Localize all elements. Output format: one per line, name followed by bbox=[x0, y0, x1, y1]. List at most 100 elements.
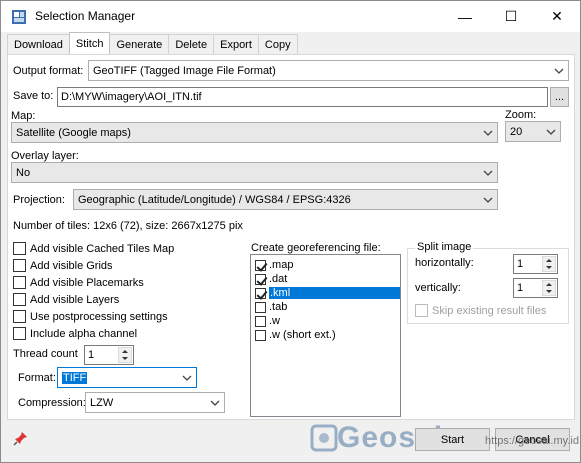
list-item[interactable]: .w (short ext.) bbox=[255, 328, 400, 342]
spin-arrows-icon[interactable] bbox=[542, 256, 556, 272]
checkbox[interactable] bbox=[13, 310, 26, 323]
checkbox[interactable] bbox=[13, 293, 26, 306]
output-format-value: GeoTIFF (Tagged Image File Format) bbox=[93, 64, 276, 77]
split-horizontally-value: 1 bbox=[517, 258, 524, 270]
map-value: Satellite (Google maps) bbox=[16, 126, 131, 139]
split-vertically-stepper[interactable]: 1 bbox=[513, 278, 558, 298]
checkbox[interactable] bbox=[255, 315, 266, 327]
compression-label: Compression: bbox=[18, 397, 86, 409]
compression-select[interactable]: LZW bbox=[85, 392, 225, 413]
save-to-value: D:\MYW\imagery\AOI_ITN.tif bbox=[61, 91, 202, 103]
thread-count-stepper[interactable]: 1 bbox=[84, 345, 134, 365]
format-select[interactable]: TIFF bbox=[57, 367, 197, 388]
checkbox[interactable] bbox=[13, 327, 26, 340]
list-item-label: .w bbox=[269, 315, 280, 327]
chevron-down-icon bbox=[554, 68, 564, 74]
app-icon bbox=[12, 10, 26, 24]
selection-manager-window: Selection Manager — ☐ ✕ Download Stitch … bbox=[0, 0, 581, 463]
option-postprocessing[interactable]: Use postprocessing settings bbox=[13, 310, 168, 323]
save-to-label: Save to: bbox=[13, 90, 54, 102]
tab-download[interactable]: Download bbox=[7, 34, 70, 54]
option-grids[interactable]: Add visible Grids bbox=[13, 259, 113, 272]
list-item-label: .map bbox=[269, 259, 294, 271]
split-vertically-label: vertically: bbox=[415, 282, 461, 294]
option-placemarks[interactable]: Add visible Placemarks bbox=[13, 276, 144, 289]
output-format-select[interactable]: GeoTIFF (Tagged Image File Format) bbox=[88, 60, 569, 81]
checkbox[interactable] bbox=[255, 273, 266, 285]
format-label: Format: bbox=[18, 372, 56, 384]
start-button[interactable]: Start bbox=[415, 428, 490, 451]
skip-existing-option[interactable]: Skip existing result files bbox=[415, 304, 546, 317]
checkbox[interactable] bbox=[13, 242, 26, 255]
checkbox[interactable] bbox=[255, 301, 266, 313]
tab-delete[interactable]: Delete bbox=[168, 34, 215, 54]
overlay-label: Overlay layer: bbox=[11, 150, 79, 162]
checkbox[interactable] bbox=[13, 259, 26, 272]
skip-existing-label: Skip existing result files bbox=[432, 304, 547, 317]
maximize-icon: ☐ bbox=[504, 8, 518, 24]
tab-bar: Download Stitch Generate Delete Export C… bbox=[7, 32, 298, 54]
spin-arrows-icon[interactable] bbox=[542, 280, 556, 296]
checkbox[interactable] bbox=[415, 304, 428, 317]
geosai-logo-icon bbox=[310, 424, 338, 452]
split-image-title: Split image bbox=[415, 241, 474, 253]
compression-value: LZW bbox=[90, 396, 114, 409]
projection-value: Geographic (Latitude/Longitude) / WGS84 … bbox=[78, 193, 351, 206]
list-item[interactable]: .tab bbox=[255, 300, 400, 314]
browse-button[interactable]: ... bbox=[550, 87, 569, 107]
split-vertically-value: 1 bbox=[517, 282, 524, 294]
pin-icon[interactable] bbox=[13, 430, 29, 446]
list-item[interactable]: .dat bbox=[255, 272, 400, 286]
split-horizontally-stepper[interactable]: 1 bbox=[513, 254, 558, 274]
chevron-down-icon bbox=[483, 170, 493, 176]
option-label: Add visible Placemarks bbox=[30, 276, 144, 289]
output-format-label: Output format: bbox=[13, 65, 84, 77]
list-item-label: .tab bbox=[269, 301, 288, 313]
option-label: Include alpha channel bbox=[30, 327, 138, 340]
option-cached-tiles-map[interactable]: Add visible Cached Tiles Map bbox=[13, 242, 174, 255]
overlay-select[interactable]: No bbox=[11, 162, 498, 183]
tab-stitch[interactable]: Stitch bbox=[68, 32, 111, 54]
format-value: TIFF bbox=[62, 371, 88, 384]
list-item[interactable]: .kml bbox=[255, 286, 400, 300]
thread-count-label: Thread count bbox=[13, 348, 78, 360]
geosai-url-watermark: https://geosai.my.id bbox=[485, 435, 579, 447]
start-button-label: Start bbox=[440, 433, 465, 446]
tab-export[interactable]: Export bbox=[213, 34, 259, 54]
map-select[interactable]: Satellite (Google maps) bbox=[11, 122, 498, 143]
zoom-label: Zoom: bbox=[505, 109, 537, 121]
save-to-input[interactable]: D:\MYW\imagery\AOI_ITN.tif bbox=[57, 87, 548, 107]
chevron-down-icon bbox=[483, 197, 493, 203]
checkbox[interactable] bbox=[255, 329, 266, 341]
checkbox[interactable] bbox=[13, 276, 26, 289]
checkbox[interactable] bbox=[255, 287, 266, 299]
option-alpha-channel[interactable]: Include alpha channel bbox=[13, 327, 137, 340]
tab-copy[interactable]: Copy bbox=[257, 34, 298, 54]
chevron-down-icon bbox=[483, 130, 493, 136]
title-bar[interactable]: Selection Manager — ☐ ✕ bbox=[1, 1, 580, 32]
browse-button-label: ... bbox=[554, 91, 565, 103]
list-item[interactable]: .w bbox=[255, 314, 400, 328]
tab-generate[interactable]: Generate bbox=[109, 34, 170, 54]
spin-arrows-icon[interactable] bbox=[118, 347, 132, 363]
option-label: Use postprocessing settings bbox=[30, 310, 168, 323]
close-button[interactable]: ✕ bbox=[534, 1, 580, 32]
map-label: Map: bbox=[11, 110, 36, 122]
chevron-down-icon bbox=[546, 129, 556, 135]
zoom-select[interactable]: 20 bbox=[505, 121, 561, 142]
projection-select[interactable]: Geographic (Latitude/Longitude) / WGS84 … bbox=[73, 189, 498, 210]
maximize-button[interactable]: ☐ bbox=[488, 1, 534, 32]
thread-count-value: 1 bbox=[88, 349, 95, 361]
list-item[interactable]: .map bbox=[255, 258, 400, 272]
georef-label: Create georeferencing file: bbox=[251, 242, 381, 254]
option-layers[interactable]: Add visible Layers bbox=[13, 293, 119, 306]
option-label: Add visible Layers bbox=[30, 293, 120, 306]
overlay-value: No bbox=[16, 166, 31, 179]
window-title: Selection Manager bbox=[35, 9, 136, 23]
chevron-down-icon bbox=[182, 375, 192, 381]
checkbox[interactable] bbox=[255, 259, 266, 271]
minimize-button[interactable]: — bbox=[442, 1, 488, 32]
georef-listbox[interactable]: .map .dat .kml .tab .w .w (short ext.) bbox=[250, 254, 401, 417]
projection-label: Projection: bbox=[13, 194, 65, 206]
tiles-info: Number of tiles: 12x6 (72), size: 2667x1… bbox=[13, 220, 243, 232]
